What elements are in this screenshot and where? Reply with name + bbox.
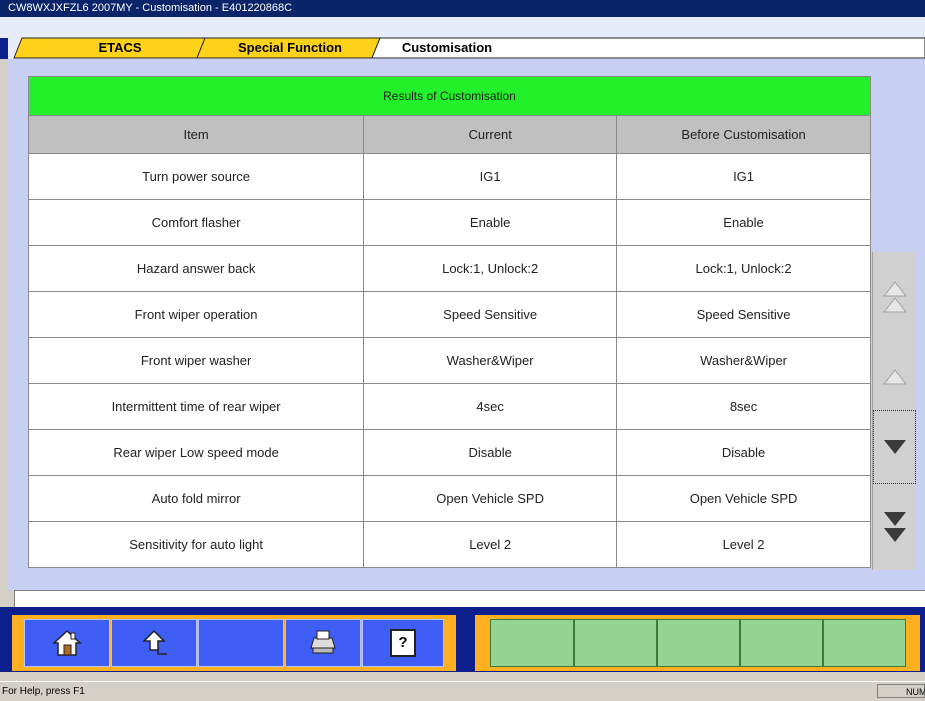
- line-down-icon: [883, 440, 906, 454]
- tab-customisation[interactable]: Customisation: [387, 38, 507, 58]
- column-header-current: Current: [363, 115, 618, 154]
- table-row: Front wiper operation Speed Sensitive Sp…: [27, 291, 871, 338]
- row-current: Enable: [363, 199, 618, 246]
- function-key-1[interactable]: [490, 619, 574, 667]
- row-current: Open Vehicle SPD: [363, 475, 618, 522]
- row-current: Speed Sensitive: [363, 291, 618, 338]
- back-icon: [142, 629, 167, 655]
- table-row: Intermittent time of rear wiper 4sec 8se…: [27, 383, 871, 430]
- row-current: 4sec: [363, 383, 618, 430]
- row-current: Level 2: [363, 521, 618, 568]
- table-row: Rear wiper Low speed mode Disable Disabl…: [27, 429, 871, 476]
- page-down-button[interactable]: [873, 484, 916, 570]
- row-before: IG1: [616, 153, 871, 200]
- results-table: Results of Customisation Item Current Be…: [27, 76, 871, 568]
- table-row: Turn power source IG1 IG1: [27, 153, 871, 200]
- help-icon: ?: [390, 629, 416, 657]
- num-lock-indicator: NUM: [877, 684, 925, 698]
- print-button[interactable]: [285, 619, 361, 667]
- function-key-2[interactable]: [574, 619, 657, 667]
- row-before: Level 2: [616, 521, 871, 568]
- row-before: Lock:1, Unlock:2: [616, 245, 871, 292]
- scroll-panel: [872, 252, 916, 570]
- row-item: Front wiper operation: [27, 291, 365, 338]
- page-down-icon: [883, 512, 906, 542]
- tab-etacs[interactable]: ETACS: [60, 38, 180, 58]
- home-icon: [52, 629, 82, 656]
- table-caption: Results of Customisation: [28, 76, 871, 116]
- status-bar: For Help, press F1: [0, 681, 925, 700]
- row-before: Washer&Wiper: [616, 337, 871, 384]
- page-up-button[interactable]: [873, 252, 916, 344]
- table-row: Comfort flasher Enable Enable: [27, 199, 871, 246]
- blank-button[interactable]: [198, 619, 284, 667]
- row-before: 8sec: [616, 383, 871, 430]
- tab-bar: ETACS Special Function Customisation: [0, 17, 925, 59]
- window-title: CW8WXJXFZL6 2007MY - Customisation - E40…: [0, 0, 925, 17]
- row-item: Comfort flasher: [27, 199, 365, 246]
- table-row: Auto fold mirror Open Vehicle SPD Open V…: [27, 475, 871, 522]
- row-item: Auto fold mirror: [27, 475, 365, 522]
- line-down-button[interactable]: [873, 410, 916, 484]
- row-item: Intermittent time of rear wiper: [27, 383, 365, 430]
- page-up-icon: [882, 281, 907, 313]
- row-before: Open Vehicle SPD: [616, 475, 871, 522]
- row-current: Washer&Wiper: [363, 337, 618, 384]
- back-button[interactable]: [111, 619, 197, 667]
- row-item: Rear wiper Low speed mode: [27, 429, 365, 476]
- row-before: Disable: [616, 429, 871, 476]
- tab-special-function[interactable]: Special Function: [215, 38, 365, 58]
- function-key-3[interactable]: [657, 619, 740, 667]
- message-area: [14, 590, 925, 608]
- row-current: IG1: [363, 153, 618, 200]
- function-key-5[interactable]: [823, 619, 906, 667]
- table-row: Hazard answer back Lock:1, Unlock:2 Lock…: [27, 245, 871, 292]
- row-before: Enable: [616, 199, 871, 246]
- line-up-icon: [882, 369, 907, 385]
- row-before: Speed Sensitive: [616, 291, 871, 338]
- row-item: Turn power source: [27, 153, 365, 200]
- line-up-button[interactable]: [873, 344, 916, 410]
- column-header-before: Before Customisation: [616, 115, 871, 154]
- help-button[interactable]: ?: [362, 619, 444, 667]
- function-key-4[interactable]: [740, 619, 823, 667]
- row-item: Hazard answer back: [27, 245, 365, 292]
- column-header-item: Item: [27, 115, 365, 154]
- row-current: Lock:1, Unlock:2: [363, 245, 618, 292]
- table-row: Sensitivity for auto light Level 2 Level…: [27, 521, 871, 568]
- row-item: Sensitivity for auto light: [27, 521, 365, 568]
- printer-icon: [310, 630, 336, 654]
- row-item: Front wiper washer: [27, 337, 365, 384]
- home-button[interactable]: [24, 619, 110, 667]
- table-row: Front wiper washer Washer&Wiper Washer&W…: [27, 337, 871, 384]
- row-current: Disable: [363, 429, 618, 476]
